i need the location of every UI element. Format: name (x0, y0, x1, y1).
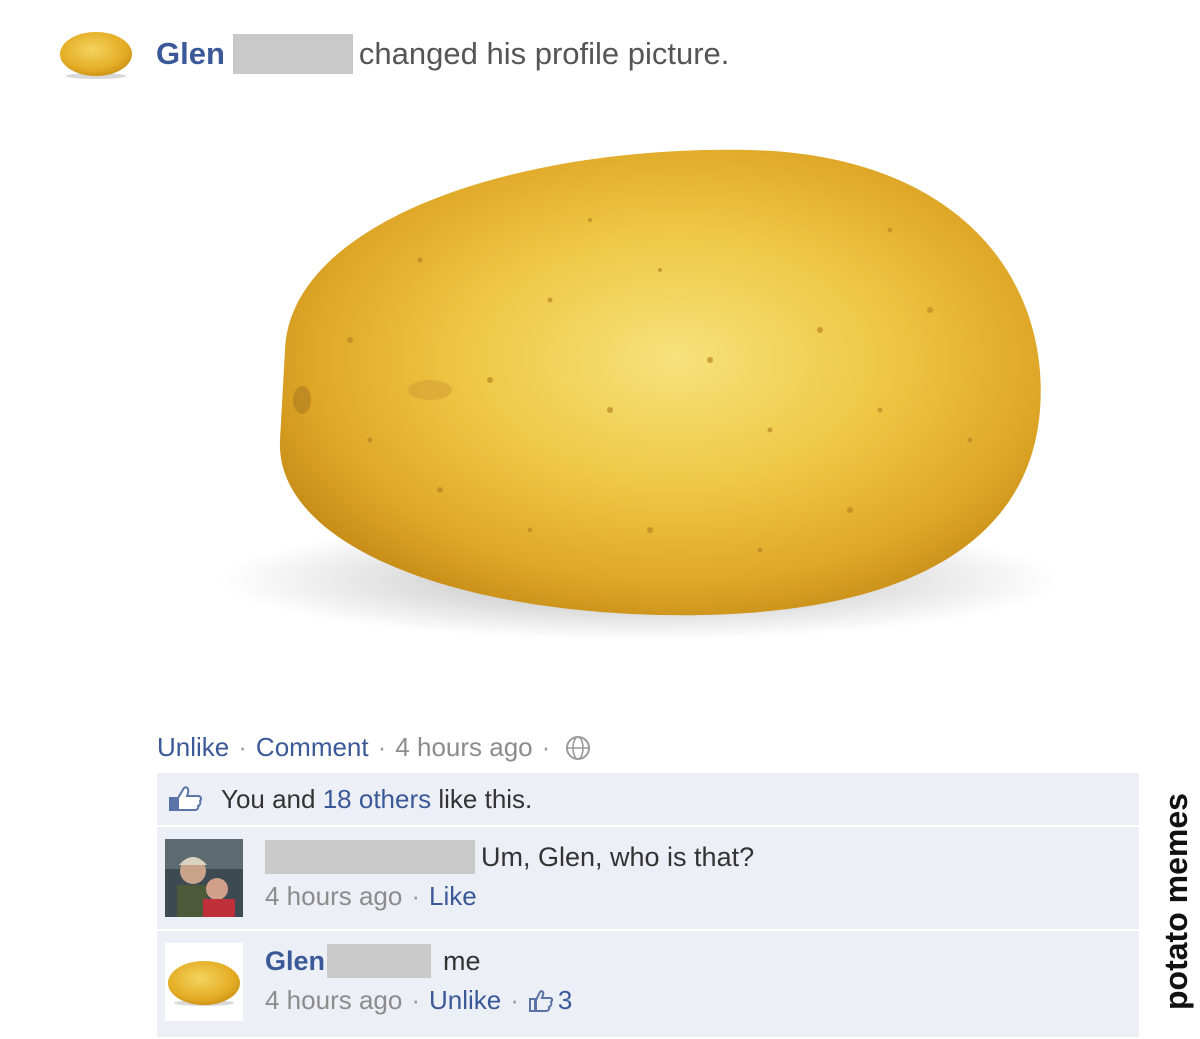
likes-suffix: like this. (438, 783, 533, 814)
separator: · (510, 985, 519, 1015)
comment-timestamp[interactable]: 4 hours ago (265, 985, 402, 1016)
redacted-surname (327, 944, 432, 978)
likes-prefix: You and (221, 783, 316, 814)
potato-avatar[interactable] (165, 943, 243, 1021)
redacted-surname (232, 34, 353, 74)
comment-text: me (443, 945, 481, 976)
profile-picture-potato[interactable] (190, 110, 1090, 680)
separator: · (411, 881, 420, 911)
comment-like-link[interactable]: Like (429, 881, 477, 912)
unlike-link[interactable]: Unlike (157, 732, 229, 763)
story-action-text: changed his profile picture. (358, 36, 730, 71)
likes-summary: You and 18 others like this. (157, 773, 1139, 827)
likes-others-link[interactable]: 18 others (323, 784, 431, 815)
thumbs-up-icon (169, 786, 203, 811)
globe-icon[interactable] (565, 735, 591, 761)
comment-item: Glen me 4 hours ago · Unlike · 3 (157, 931, 1139, 1039)
story-header: Glen changed his profile picture. (58, 28, 729, 80)
comment-item: Um, Glen, who is that? 4 hours ago · Lik… (157, 827, 1139, 931)
separator: · (411, 985, 420, 1015)
comment-author-link[interactable]: Glen (265, 946, 325, 977)
comment-link[interactable]: Comment (256, 732, 369, 763)
comment-timestamp[interactable]: 4 hours ago (265, 881, 402, 912)
comments-section: You and 18 others like this. Um, Glen, w… (157, 773, 1139, 1039)
post-actions: Unlike · Comment · 4 hours ago · (157, 732, 591, 763)
separator: · (238, 732, 247, 762)
separator: · (377, 732, 387, 762)
friend-avatar[interactable] (165, 839, 243, 917)
author-name-link[interactable]: Glen (156, 36, 225, 72)
comment-unlike-link[interactable]: Unlike (429, 985, 501, 1016)
separator: · (541, 732, 551, 762)
comment-like-count[interactable]: 3 (558, 985, 572, 1016)
comment-text: Um, Glen, who is that? (481, 841, 755, 872)
thumbs-up-icon[interactable] (528, 989, 554, 1013)
post-timestamp[interactable]: 4 hours ago (395, 732, 532, 763)
profile-potato-icon[interactable] (58, 28, 134, 80)
watermark-text: potato memes (1158, 793, 1194, 1010)
redacted-commenter-name (265, 840, 475, 874)
